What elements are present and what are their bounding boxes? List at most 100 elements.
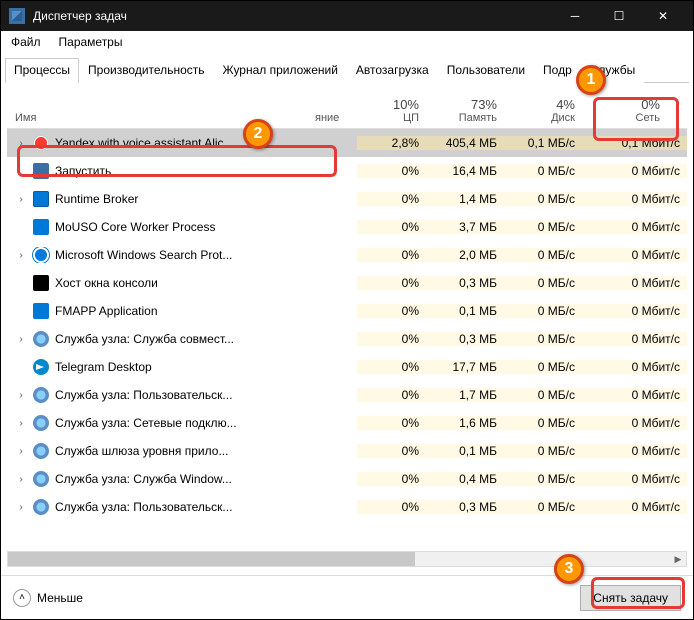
process-row[interactable]: ›Служба узла: Служба Window...0%0,4 МБ0 … [7,465,687,493]
cpu-value: 0% [357,276,427,290]
process-rows: › Yandex with voice assistant Alic... 2,8%… [7,129,687,549]
process-table: Имя яние 10%ЦП 73%Память 4%Диск ⌄ 0%Сеть… [7,83,687,549]
memory-value: 3,7 МБ [427,220,505,234]
app-icon [33,415,49,431]
tab-users[interactable]: Пользователи [438,58,534,83]
process-row[interactable]: ›Служба шлюза уровня прило...0%0,1 МБ0 М… [7,437,687,465]
horizontal-scrollbar[interactable]: ◀ ▶ [7,551,687,567]
expand-icon[interactable]: › [15,446,27,457]
maximize-button[interactable]: ☐ [597,1,641,31]
scroll-right-icon[interactable]: ▶ [670,552,686,566]
tab-details[interactable]: Подр [534,58,581,83]
expand-icon[interactable]: › [15,502,27,513]
network-value: 0 Мбит/с [583,388,687,402]
tab-startup[interactable]: Автозагрузка [347,58,438,83]
annotation-badge-1: 1 [576,65,606,95]
app-icon [33,387,49,403]
app-icon [33,499,49,515]
memory-value: 2,0 МБ [427,248,505,262]
process-name: Служба узла: Сетевые подклю... [55,416,237,430]
annotation-badge-3: 3 [554,554,584,584]
process-row[interactable]: ›Microsoft Windows Search Prot...0%2,0 М… [7,241,687,269]
disk-value: 0 МБ/с [505,472,583,486]
network-value: 0 Мбит/с [583,472,687,486]
annotation-badge-2: 2 [243,119,273,149]
scrollbar-thumb[interactable] [8,552,415,566]
tab-apphistory[interactable]: Журнал приложений [214,58,347,83]
network-value: 0 Мбит/с [583,192,687,206]
process-row[interactable]: ›Служба узла: Пользовательск...0%0,3 МБ0… [7,493,687,521]
footer: ˄ Меньше Снять задачу [1,575,693,619]
app-icon [33,163,49,179]
col-cpu[interactable]: 10%ЦП [357,93,427,128]
process-row[interactable]: › Yandex with voice assistant Alic... 2,8%… [7,129,687,157]
menu-file[interactable]: Файл [7,33,45,51]
app-icon [33,219,49,235]
network-value: 0 Мбит/с [583,500,687,514]
app-icon [33,303,49,319]
memory-value: 0,3 МБ [427,276,505,290]
col-disk[interactable]: 4%Диск [505,93,583,128]
network-value: 0,1 Мбит/с [583,136,687,150]
end-task-button[interactable]: Снять задачу [580,585,681,611]
disk-value: 0 МБ/с [505,500,583,514]
network-value: 0 Мбит/с [583,416,687,430]
cpu-value: 0% [357,220,427,234]
chevron-up-icon: ˄ [13,589,31,607]
process-row[interactable]: ›Служба узла: Служба совмест...0%0,3 МБ0… [7,325,687,353]
process-row[interactable]: ›Runtime Broker0%1,4 МБ0 МБ/с0 Мбит/с [7,185,687,213]
cpu-value: 0% [357,472,427,486]
disk-value: 0 МБ/с [505,304,583,318]
process-name: Служба узла: Служба совмест... [55,332,234,346]
minimize-button[interactable]: ─ [553,1,597,31]
disk-value: 0 МБ/с [505,276,583,290]
network-value: 0 Мбит/с [583,220,687,234]
expand-icon[interactable]: › [15,390,27,401]
disk-value: 0 МБ/с [505,444,583,458]
process-row[interactable]: Telegram Desktop0%17,7 МБ0 МБ/с0 Мбит/с [7,353,687,381]
memory-value: 1,4 МБ [427,192,505,206]
fewer-details-button[interactable]: ˄ Меньше [13,589,83,607]
expand-icon[interactable]: › [15,250,27,261]
process-name: FMAPP Application [55,304,158,318]
app-icon [33,247,49,263]
expand-icon[interactable]: › [15,418,27,429]
tab-processes[interactable]: Процессы [5,58,79,83]
process-row[interactable]: ›Служба узла: Сетевые подклю...0%1,6 МБ0… [7,409,687,437]
memory-value: 0,3 МБ [427,500,505,514]
menu-options[interactable]: Параметры [55,33,127,51]
titlebar: Диспетчер задач ─ ☐ ✕ [1,1,693,31]
app-icon [33,331,49,347]
network-value: 0 Мбит/с [583,332,687,346]
process-row[interactable]: MoUSO Core Worker Process0%3,7 МБ0 МБ/с0… [7,213,687,241]
process-row[interactable]: FMAPP Application0%0,1 МБ0 МБ/с0 Мбит/с [7,297,687,325]
fewer-details-label: Меньше [37,591,83,605]
app-icon [33,443,49,459]
app-icon [33,135,49,151]
process-row[interactable]: Запустить0%16,4 МБ0 МБ/с0 Мбит/с [7,157,687,185]
cpu-value: 0% [357,304,427,318]
tab-performance[interactable]: Производительность [79,58,213,83]
disk-value: 0 МБ/с [505,332,583,346]
cpu-value: 0% [357,416,427,430]
memory-value: 405,4 МБ [427,136,505,150]
app-icon [33,359,49,375]
app-icon [9,8,25,24]
network-value: 0 Мбит/с [583,164,687,178]
expand-icon[interactable]: › [15,474,27,485]
expand-icon[interactable]: › [15,194,27,205]
disk-value: 0 МБ/с [505,248,583,262]
cpu-value: 0% [357,164,427,178]
disk-value: 0 МБ/с [505,360,583,374]
process-row[interactable]: ›Служба узла: Пользовательск...0%1,7 МБ0… [7,381,687,409]
close-button[interactable]: ✕ [641,1,685,31]
network-value: 0 Мбит/с [583,304,687,318]
process-name: Yandex with voice assistant Alic... [55,136,234,150]
process-row[interactable]: Хост окна консоли0%0,3 МБ0 МБ/с0 Мбит/с [7,269,687,297]
cpu-value: 2,8% [357,136,427,150]
cpu-value: 0% [357,388,427,402]
expand-icon[interactable]: › [15,138,27,149]
col-memory[interactable]: 73%Память [427,93,505,128]
expand-icon[interactable]: › [15,334,27,345]
col-status[interactable]: яние [307,108,357,128]
